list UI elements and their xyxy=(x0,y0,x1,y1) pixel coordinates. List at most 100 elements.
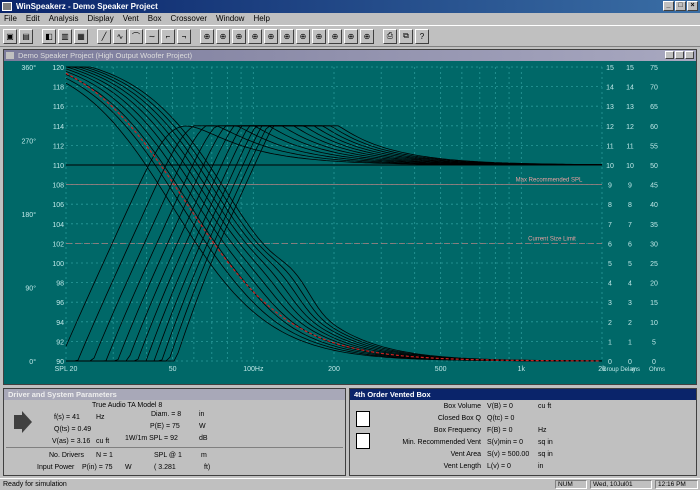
right1-tick-label: 13 xyxy=(606,104,614,111)
sixth-order-icon[interactable]: ¬ xyxy=(177,28,191,44)
menu-analysis[interactable]: Analysis xyxy=(49,13,79,25)
zoom-excursion-icon[interactable]: ⊕ xyxy=(264,28,278,44)
phase-tick-label: 360° xyxy=(22,64,37,72)
close-button[interactable]: × xyxy=(687,1,698,11)
graph-maximize-button[interactable] xyxy=(675,51,684,59)
box-param-value[interactable]: V(B) = 0 xyxy=(487,403,513,410)
box-param-label: Vent Area xyxy=(450,451,481,458)
minimize-button[interactable]: _ xyxy=(663,1,674,11)
y-tick-label: 90 xyxy=(56,359,64,366)
right1-tick-label: 15 xyxy=(606,65,614,72)
menu-crossover[interactable]: Crossover xyxy=(171,13,207,25)
zoom-x-icon[interactable]: ⊕ xyxy=(312,28,326,44)
right3-tick-label: 45 xyxy=(650,183,658,190)
distance-ft-unit: ft) xyxy=(204,464,211,471)
box-param-value[interactable]: Q(tc) = 0 xyxy=(487,415,514,422)
qts-value[interactable]: Q(ts) = 0.49 xyxy=(54,426,91,433)
new-project-icon[interactable]: ▣ xyxy=(3,28,17,44)
menu-box[interactable]: Box xyxy=(148,13,162,25)
zoom-all-icon[interactable]: ⊕ xyxy=(344,28,358,44)
right3-tick-label: 15 xyxy=(650,300,658,307)
right2-tick-label: 14 xyxy=(626,85,634,92)
spl-distance-label[interactable]: SPL @ 1 xyxy=(154,452,182,459)
box-icon[interactable]: ▥ xyxy=(58,28,72,44)
x-tick-label: 100Hz xyxy=(243,366,264,373)
help-icon[interactable]: ? xyxy=(415,28,429,44)
pe-unit: W xyxy=(199,423,206,430)
right1-tick-label: 5 xyxy=(608,261,612,268)
print-icon[interactable]: ⎙ xyxy=(383,28,397,44)
y-tick-label: 118 xyxy=(53,85,64,92)
zoom-power-icon[interactable]: ⊕ xyxy=(280,28,294,44)
box-param-value[interactable]: S(v)min = 0 xyxy=(487,439,523,446)
box-param-value[interactable]: F(B) = 0 xyxy=(487,427,512,434)
driver-icon[interactable]: ◧ xyxy=(42,28,56,44)
vent-icon[interactable]: ▦ xyxy=(74,28,88,44)
zoom-phase-icon[interactable]: ⊕ xyxy=(216,28,230,44)
right3-tick-label: 0 xyxy=(652,359,656,366)
driver-panel-header: Driver and System Parameters xyxy=(4,389,345,400)
vas-value[interactable]: V(as) = 3.16 xyxy=(52,438,90,445)
passive-radiator-icon[interactable]: ∼ xyxy=(145,28,159,44)
diam-value[interactable]: Diam. = 8 xyxy=(151,411,181,418)
menu-display[interactable]: Display xyxy=(87,13,113,25)
box-param-label: Box Volume xyxy=(443,403,481,410)
menu-file[interactable]: File xyxy=(4,13,17,25)
right2-tick-label: 13 xyxy=(626,104,634,111)
right1-tick-label: 11 xyxy=(606,143,613,150)
box-param-unit: in xyxy=(538,463,544,470)
vas-unit: cu ft xyxy=(96,438,110,445)
right1-tick-label: 7 xyxy=(608,222,612,229)
right3-tick-label: 40 xyxy=(650,202,658,209)
right1-tick-label: 6 xyxy=(608,241,612,248)
y-tick-label: 104 xyxy=(52,222,64,229)
drivers-value[interactable]: N = 1 xyxy=(96,452,113,459)
response-plot[interactable]: 1201181161141121101081061041021009896949… xyxy=(4,61,696,385)
spl-value[interactable]: 1W/1m SPL = 92 xyxy=(125,435,178,442)
box-panel-header: 4th Order Vented Box xyxy=(350,389,696,400)
input-power-unit: W xyxy=(125,464,132,471)
menu-edit[interactable]: Edit xyxy=(26,13,40,25)
open-icon[interactable]: ▤ xyxy=(19,28,33,44)
input-power-label: Input Power xyxy=(37,464,75,471)
phase-tick-label: 90° xyxy=(25,285,36,293)
fourth-order-icon[interactable]: ⌐ xyxy=(161,28,175,44)
box-param-value[interactable]: S(v) = 500.00 xyxy=(487,451,529,458)
zoom-y-icon[interactable]: ⊕ xyxy=(328,28,342,44)
zoom-velocity-icon[interactable]: ⊕ xyxy=(296,28,310,44)
menu-window[interactable]: Window xyxy=(216,13,244,25)
right1-tick-label: 14 xyxy=(606,85,614,92)
zoom-delay-icon[interactable]: ⊕ xyxy=(232,28,246,44)
fs-value[interactable]: f(s) = 41 xyxy=(54,414,80,421)
pe-value[interactable]: P(E) = 75 xyxy=(150,423,180,430)
graph-minimize-button[interactable] xyxy=(665,51,674,59)
diam-unit: in xyxy=(199,411,205,418)
sealed-response-icon[interactable]: ╱ xyxy=(97,28,111,44)
zoom-impedance-icon[interactable]: ⊕ xyxy=(248,28,262,44)
right2-tick-label: 1 xyxy=(628,339,632,346)
toolbar: ▣ ▤ ◧ ▥ ▦ ╱ ∿ ⌒ ∼ ⌐ ¬ ⊕ ⊕ ⊕ ⊕ ⊕ ⊕ ⊕ ⊕ ⊕ … xyxy=(0,25,700,47)
app-title-bar: WinSpeakerz - Demo Speaker Project _ □ × xyxy=(0,0,700,13)
box-param-value[interactable]: L(v) = 0 xyxy=(487,463,511,470)
maximize-button[interactable]: □ xyxy=(675,1,686,11)
x-tick-label: 500 xyxy=(435,366,447,373)
copy-graph-icon[interactable]: ⧉ xyxy=(399,28,413,44)
right2-tick-label: 15 xyxy=(626,65,634,72)
y-tick-label: 112 xyxy=(53,143,64,150)
menu-vent[interactable]: Vent xyxy=(123,13,139,25)
vented-response-icon[interactable]: ∿ xyxy=(113,28,127,44)
y-tick-label: 96 xyxy=(56,300,64,307)
status-text: Ready for simulation xyxy=(3,481,67,488)
graph-close-button[interactable] xyxy=(685,51,694,59)
ms-label: ms xyxy=(632,367,640,373)
box-param-label: Box Frequency xyxy=(433,427,481,434)
zoom-spl-icon[interactable]: ⊕ xyxy=(200,28,214,44)
speaker-icon xyxy=(14,411,32,433)
menu-help[interactable]: Help xyxy=(253,13,269,25)
y-tick-label: 102 xyxy=(52,241,64,248)
zoom-reset-icon[interactable]: ⊕ xyxy=(360,28,374,44)
phase-tick-label: 180° xyxy=(22,211,37,219)
bandpass-response-icon[interactable]: ⌒ xyxy=(129,28,143,44)
right3-tick-label: 25 xyxy=(650,261,658,268)
input-power-value[interactable]: P(in) = 75 xyxy=(82,464,113,471)
